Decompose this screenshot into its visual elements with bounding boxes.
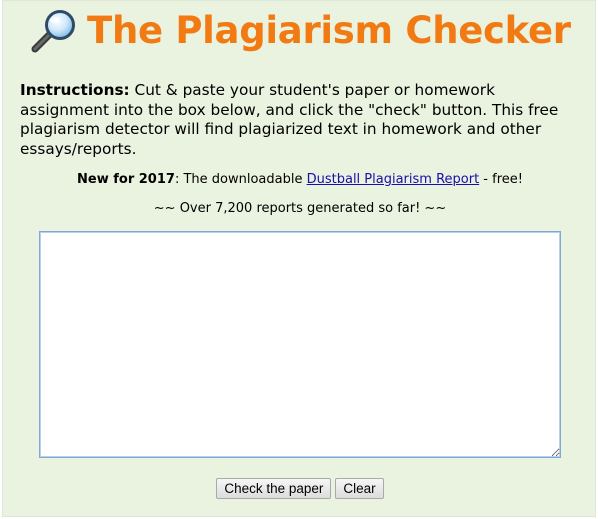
paper-textarea[interactable]: [39, 231, 561, 458]
announcement-prefix: New for 2017: [77, 172, 175, 187]
check-paper-button[interactable]: Check the paper: [216, 478, 332, 499]
magnifier-icon: [31, 10, 75, 53]
page-title: The Plagiarism Checker: [87, 9, 571, 52]
announcement-suffix: - free!: [479, 172, 523, 187]
instructions: Instructions: Cut & paste your student's…: [20, 81, 580, 159]
header: The Plagiarism Checker: [29, 9, 571, 53]
page-panel: The Plagiarism Checker Instructions: Cut…: [2, 0, 596, 517]
report-counter: ~~ Over 7,200 reports generated so far! …: [153, 201, 447, 216]
instructions-label: Instructions:: [20, 81, 130, 99]
announcement-middle: : The downloadable: [174, 172, 307, 187]
report-link[interactable]: Dustball Plagiarism Report: [307, 172, 480, 187]
announcement: New for 2017: The downloadable Dustball …: [3, 172, 597, 187]
clear-button[interactable]: Clear: [335, 478, 384, 499]
button-row: Check the paper Clear: [3, 478, 597, 499]
